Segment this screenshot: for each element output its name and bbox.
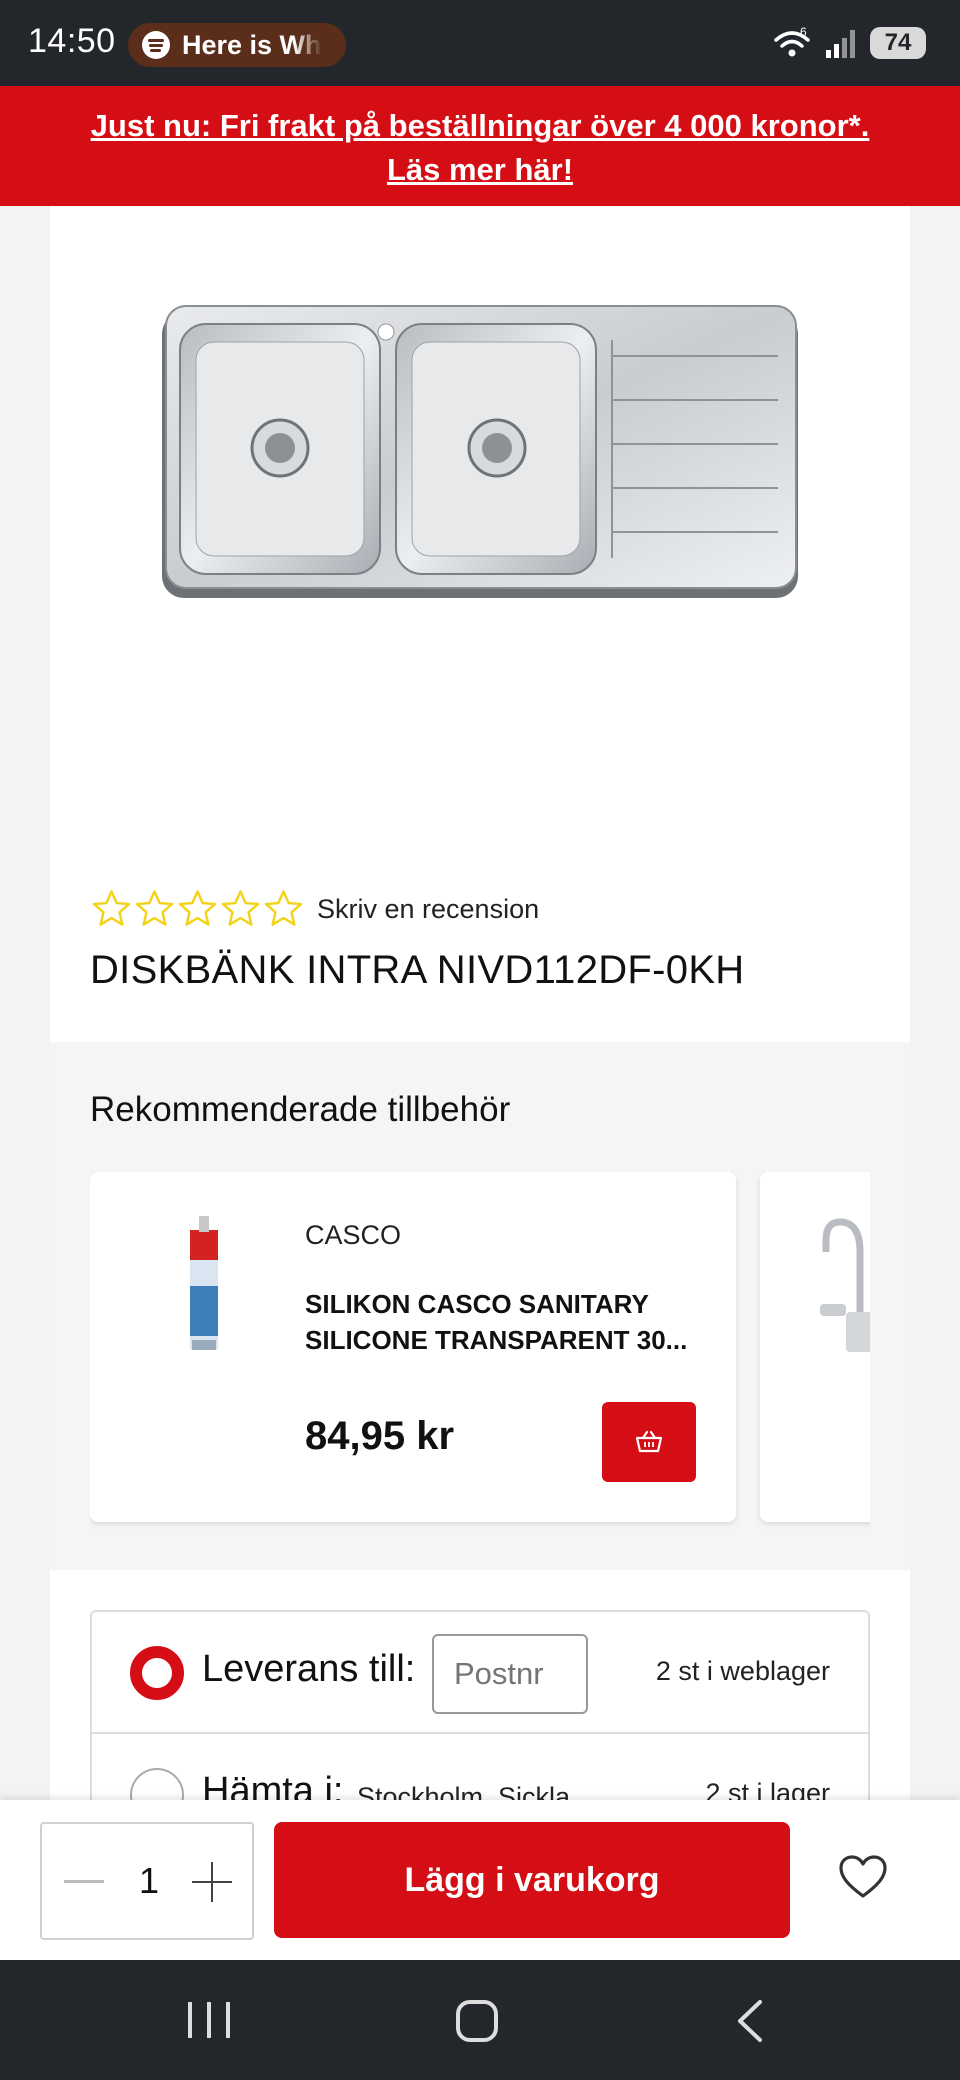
system-nav-bar	[0, 1960, 960, 2080]
status-time: 14:50	[28, 22, 116, 60]
heart-icon[interactable]	[838, 1854, 888, 1900]
home-icon[interactable]	[456, 2000, 498, 2042]
wifi-icon: 6	[774, 26, 810, 57]
status-bar: 14:50 Here is Wh 6 74	[0, 0, 960, 86]
star-icon	[221, 890, 260, 926]
star-icon	[92, 890, 131, 926]
cart-bar: 1 Lägg i varukorg	[0, 1800, 960, 1960]
recommended-accessories: Rekommenderade tillbehör CASCO SILIKON C…	[50, 1042, 910, 1570]
promo-banner[interactable]: Just nu: Fri frakt på beställningar över…	[0, 86, 960, 206]
silicone-tube-image	[190, 1216, 218, 1350]
increase-quantity-button[interactable]	[192, 1862, 232, 1902]
wifi-badge: 6	[800, 26, 807, 39]
postal-code-input[interactable]	[432, 1634, 588, 1714]
write-review-link[interactable]: Skriv en recension	[317, 894, 539, 925]
promo-read-more-link[interactable]: Läs mer här!	[0, 148, 960, 192]
spotify-icon	[142, 31, 170, 59]
rating-row[interactable]: Skriv en recension	[90, 888, 539, 930]
quantity-stepper[interactable]: 1	[40, 1822, 254, 1940]
recommended-brand: CASCO	[305, 1220, 402, 1250]
battery-indicator: 74	[870, 27, 926, 59]
recommended-carousel[interactable]: CASCO SILIKON CASCO SANITARY SILICONE TR…	[90, 1172, 870, 1532]
star-icon	[264, 890, 303, 926]
delivery-option-label: Leverans till:	[202, 1648, 416, 1690]
add-to-cart-button[interactable]: Lägg i varukorg	[274, 1822, 790, 1938]
signal-icon	[826, 28, 856, 58]
recommended-price: 84,95 kr	[305, 1414, 455, 1458]
stock-status: 2 st i weblager	[655, 1656, 830, 1686]
add-to-basket-button[interactable]	[602, 1402, 696, 1482]
media-title: Here is Wh	[182, 29, 322, 60]
product-image-sink[interactable]	[158, 300, 800, 600]
star-icon	[135, 890, 174, 926]
media-notification-pill[interactable]: Here is Wh	[128, 23, 346, 67]
product-card: Skriv en recension DISKBÄNK INTRA NIVD11…	[50, 206, 910, 1042]
recommended-title: Rekommenderade tillbehör	[90, 1090, 511, 1129]
faucet-image	[820, 1218, 870, 1352]
star-icon	[178, 890, 217, 926]
delivery-section: Leverans till: 2 st i weblager Hämta i: …	[50, 1570, 910, 1860]
recommended-card[interactable]: CASCO SILIKON CASCO SANITARY SILICONE TR…	[90, 1172, 736, 1522]
recommended-product-name[interactable]: SILIKON CASCO SANITARY SILICONE TRANSPAR…	[305, 1286, 705, 1358]
product-title: DISKBÄNK INTRA NIVD112DF-0KH	[90, 948, 745, 992]
rating-stars	[90, 888, 305, 930]
basket-icon	[635, 1430, 663, 1453]
recent-apps-icon[interactable]	[188, 2002, 230, 2038]
promo-line-1[interactable]: Just nu: Fri frakt på beställningar över…	[0, 104, 960, 148]
recommended-card[interactable]	[760, 1172, 870, 1522]
radio-selected[interactable]	[130, 1646, 184, 1700]
back-icon[interactable]	[730, 1998, 770, 2044]
delivery-option-shipping[interactable]: Leverans till: 2 st i weblager	[92, 1612, 868, 1734]
